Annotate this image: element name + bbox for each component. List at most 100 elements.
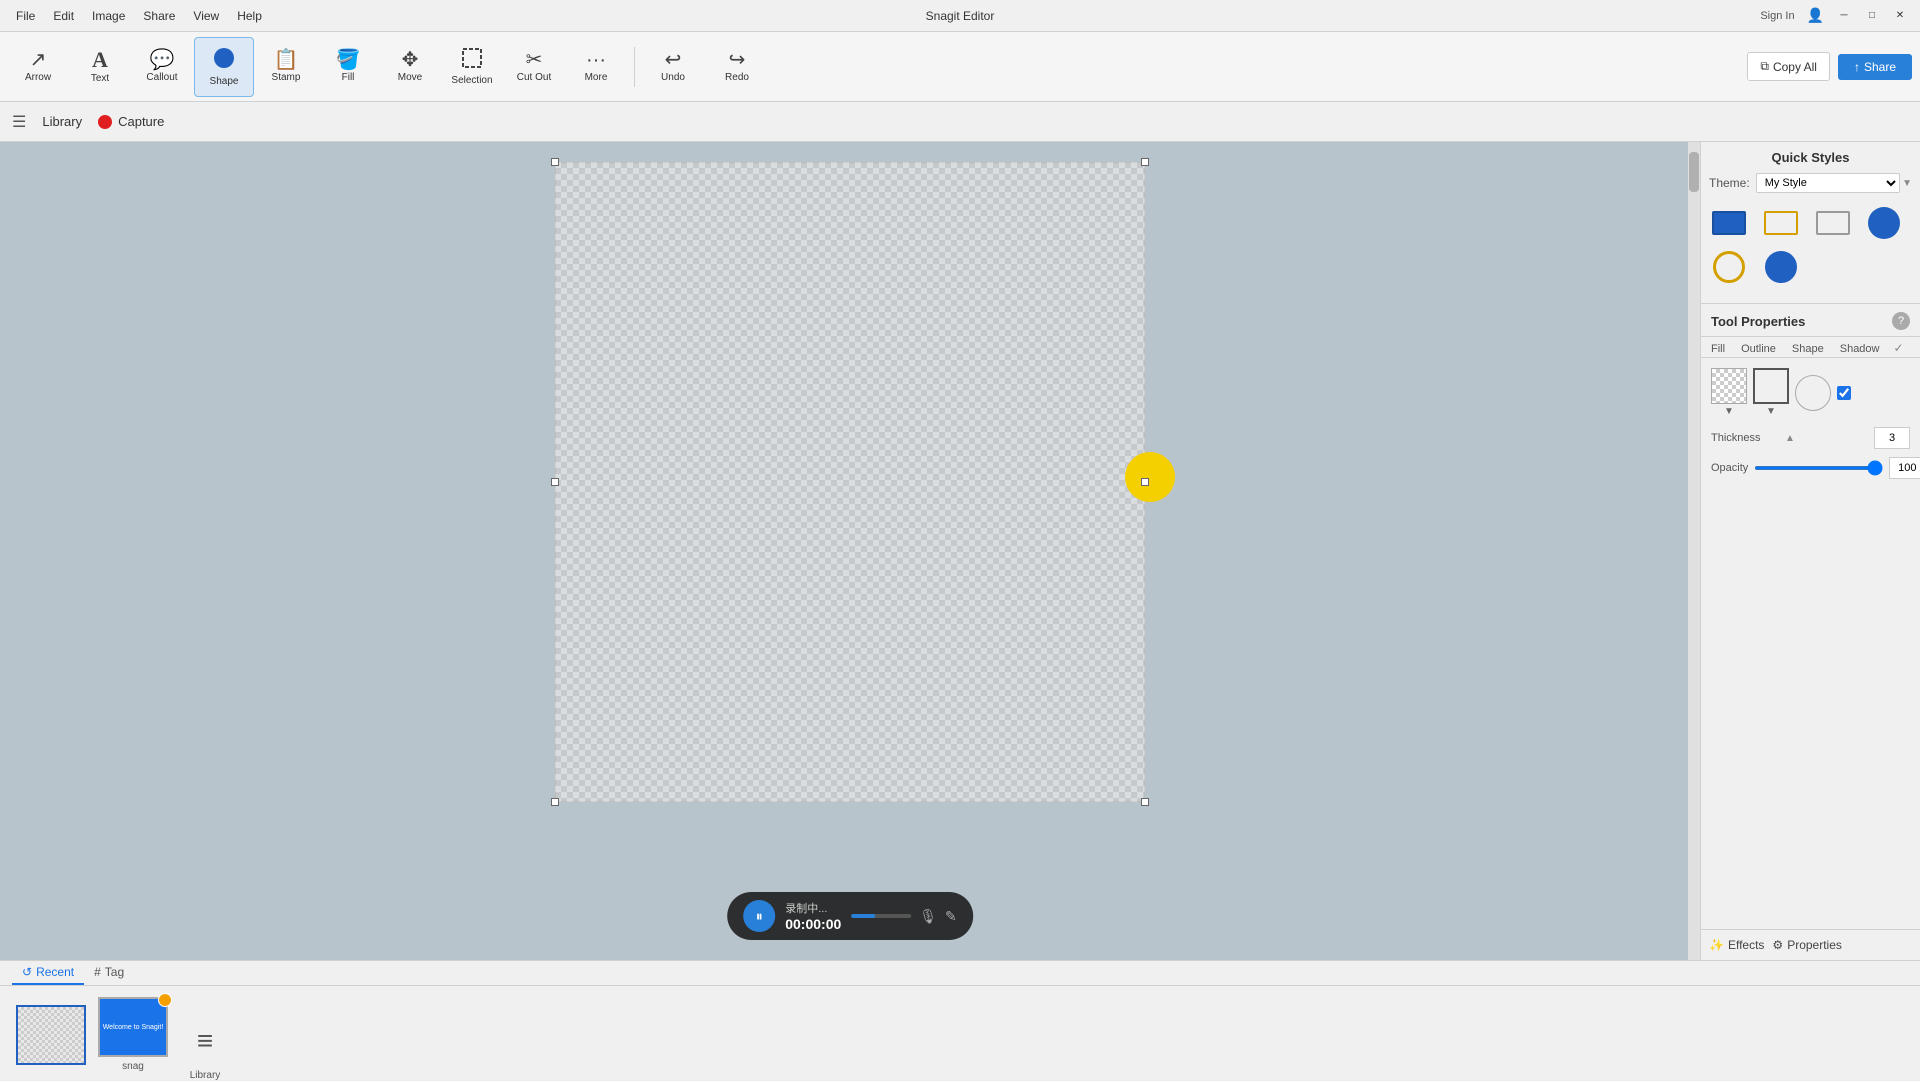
scrollbar-thumb[interactable] (1689, 152, 1699, 192)
rec-status: 录制中... (785, 900, 841, 916)
menu-view[interactable]: View (185, 7, 227, 25)
menu-edit[interactable]: Edit (45, 7, 82, 25)
undo-label: Undo (661, 72, 685, 83)
copy-all-label: Copy All (1773, 60, 1817, 74)
handle-bottom-right[interactable] (1141, 798, 1149, 806)
recent-label: Recent (36, 965, 74, 979)
bottom-tabs: ↺ Recent # Tag (0, 961, 1920, 986)
tool-props-title: Tool Properties (1711, 314, 1805, 329)
style-blue-circle-solid[interactable] (1761, 247, 1801, 287)
style-yellow-circle-outline[interactable] (1709, 247, 1749, 287)
tag-label: Tag (105, 965, 124, 979)
thumb-snag[interactable]: Welcome to Snagit! snag (98, 997, 168, 1072)
thickness-input[interactable]: 3 (1874, 427, 1910, 449)
menu-share[interactable]: Share (135, 7, 183, 25)
opacity-input[interactable]: 100 (1889, 457, 1920, 479)
theme-select[interactable]: My Style (1756, 173, 1900, 193)
fill-dropdown[interactable]: ▼ (1724, 406, 1734, 417)
style-blue-filled[interactable] (1709, 203, 1749, 243)
callout-tool[interactable]: 💬 Callout (132, 37, 192, 97)
stamp-tool[interactable]: 📋 Stamp (256, 37, 316, 97)
tab-tag[interactable]: # Tag (84, 961, 134, 985)
style-yellow-outline[interactable] (1761, 203, 1801, 243)
undo-btn[interactable]: ↩ Undo (643, 37, 703, 97)
tab-recent[interactable]: ↺ Recent (12, 961, 84, 985)
bottom-panel: ↺ Recent # Tag Welcome to Snagit! snag (0, 960, 1920, 1080)
copy-all-btn[interactable]: ⧉ Copy All (1747, 52, 1830, 81)
canvas-wrapper (555, 162, 1145, 802)
selection-tool[interactable]: Selection (442, 37, 502, 97)
opacity-slider[interactable] (1754, 466, 1883, 470)
hamburger-icon[interactable]: ☰ (12, 112, 26, 132)
recent-icon: ↺ (22, 965, 32, 979)
more-btn[interactable]: ··· More (566, 37, 626, 97)
cutout-label: Cut Out (517, 72, 551, 83)
help-btn[interactable]: ? (1892, 312, 1910, 330)
cutout-tool[interactable]: ✂ Cut Out (504, 37, 564, 97)
theme-dropdown-icon[interactable]: ▼ (1902, 178, 1912, 189)
rec-progress-fill (851, 914, 875, 918)
rec-info: 录制中... 00:00:00 (785, 900, 841, 932)
maximize-btn[interactable]: □ (1860, 6, 1884, 26)
close-btn[interactable]: ✕ (1888, 6, 1912, 26)
arrow-tool[interactable]: ↗ Arrow (8, 37, 68, 97)
library-nav[interactable]: Library (42, 114, 82, 129)
shape-icon (212, 46, 236, 74)
sign-in[interactable]: Sign In (1760, 10, 1794, 22)
outline-swatch[interactable] (1753, 368, 1789, 404)
rec-pause-btn[interactable]: ⏸ (743, 900, 775, 932)
rec-pause-icon: ⏸ (756, 908, 763, 925)
menu-file[interactable]: File (8, 7, 43, 25)
tab-shadow[interactable]: Shadow (1836, 341, 1884, 357)
share-btn[interactable]: ↑ Share (1838, 54, 1912, 80)
minimize-btn[interactable]: ─ (1832, 6, 1856, 26)
style-blue-circle[interactable] (1864, 203, 1904, 243)
thickness-label: Thickness (1711, 432, 1781, 444)
vertical-scrollbar[interactable] (1688, 142, 1700, 960)
menu-image[interactable]: Image (84, 7, 133, 25)
thickness-row: Thickness ▲ 3 (1711, 427, 1910, 449)
style-gray-outline[interactable] (1813, 203, 1853, 243)
handle-middle-right[interactable] (1141, 478, 1149, 486)
toolbar-right: ⧉ Copy All ↑ Share (1747, 52, 1912, 81)
thumb-blank[interactable] (16, 1005, 86, 1065)
yellow-circle-annotation[interactable] (1125, 452, 1175, 502)
outline-dropdown[interactable]: ▼ (1766, 406, 1776, 417)
rec-mic-btn[interactable]: 🎙 (919, 908, 937, 925)
recording-overlay: ⏸ 录制中... 00:00:00 🎙 ✎ (727, 892, 973, 940)
move-tool[interactable]: ✥ Move (380, 37, 440, 97)
effects-btn[interactable]: ✨ Effects (1709, 938, 1764, 952)
rec-mic-icon: 🎙 (919, 908, 937, 924)
canvas-area[interactable]: ⏸ 录制中... 00:00:00 🎙 ✎ (0, 142, 1700, 960)
library-icon-item[interactable]: ≡ Library (180, 1016, 230, 1081)
shadow-check-expand: ✓ (1894, 341, 1904, 357)
tab-outline[interactable]: Outline (1737, 341, 1780, 357)
rec-edit-btn[interactable]: ✎ (945, 908, 957, 925)
handle-middle-left[interactable] (551, 478, 559, 486)
theme-row: Theme: My Style ▼ (1709, 173, 1912, 193)
shadow-checkbox[interactable] (1837, 386, 1851, 400)
text-tool[interactable]: A Text (70, 37, 130, 97)
text-icon: A (92, 49, 108, 71)
nav-bar: ☰ Library Capture (0, 102, 1920, 142)
handle-bottom-left[interactable] (551, 798, 559, 806)
properties-btn[interactable]: ⚙ Properties (1772, 938, 1841, 952)
redo-btn[interactable]: ↪ Redo (707, 37, 767, 97)
tab-shape[interactable]: Shape (1788, 341, 1828, 357)
fill-swatch[interactable] (1711, 368, 1747, 404)
shape-swatch[interactable] (1795, 375, 1831, 411)
toolbar: ↗ Arrow A Text 💬 Callout Shape 📋 Stamp 🪣… (0, 32, 1920, 102)
account-icon[interactable]: 👤 (1807, 7, 1824, 24)
handle-top-left[interactable] (551, 158, 559, 166)
share-icon: ↑ (1854, 60, 1860, 74)
capture-btn[interactable]: Capture (98, 114, 164, 129)
selection-icon (461, 47, 483, 73)
fill-tool[interactable]: 🪣 Fill (318, 37, 378, 97)
tab-fill[interactable]: Fill (1707, 341, 1729, 357)
handle-top-right[interactable] (1141, 158, 1149, 166)
rec-controls: 🎙 ✎ (851, 908, 957, 925)
opacity-row: Opacity 100 (1711, 457, 1910, 479)
capture-dot (98, 115, 112, 129)
menu-help[interactable]: Help (229, 7, 270, 25)
shape-tool[interactable]: Shape (194, 37, 254, 97)
